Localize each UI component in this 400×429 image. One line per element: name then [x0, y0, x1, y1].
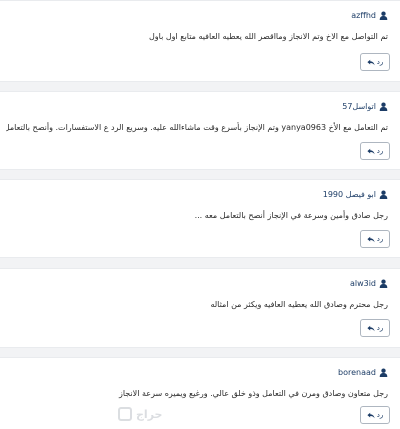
comment-text: رجل صادق وأمين وسرعة في الإنجاز أنصح بال… [194, 211, 388, 220]
comment-author[interactable]: alw3id [350, 279, 388, 288]
reply-icon [367, 325, 375, 331]
comment-card: borenaad رجل متعاون وصادق ومرن في التعام… [0, 357, 400, 429]
comment-author[interactable]: ابو فيصل 1990 [323, 190, 388, 199]
comment-card: ابو فيصل 1990 رجل صادق وأمين وسرعة في ال… [0, 179, 400, 258]
reply-icon [367, 59, 375, 65]
reply-button-label: رد [376, 324, 384, 332]
reply-icon [367, 148, 375, 154]
user-icon [379, 102, 388, 111]
comments-list: azffhd تم التواصل مع الاخ وتم الانجاز وم… [0, 0, 400, 429]
user-icon [379, 11, 388, 20]
comment-author-name: ابو فيصل 1990 [322, 190, 376, 199]
comment-text: رجل محترم وصادق الله يعطيه العافيه ويكثر… [210, 300, 388, 309]
watermark-mark-icon [118, 407, 132, 421]
user-icon [379, 279, 388, 288]
comment-author-name: اتواسل57 [342, 102, 376, 111]
comment-author-name: azffhd [351, 11, 376, 20]
user-icon [379, 190, 388, 199]
reply-button[interactable]: رد [360, 406, 390, 424]
comment-author[interactable]: borenaad [338, 368, 388, 377]
comment-card: alw3id رجل محترم وصادق الله يعطيه العافي… [0, 268, 400, 348]
reply-button-label: رد [376, 235, 384, 243]
reply-button-label: رد [376, 411, 384, 419]
user-icon [379, 368, 388, 377]
comment-text: رجل متعاون وصادق ومرن في التعامل وذو خلق… [118, 389, 388, 398]
comment-card: اتواسل57 تم التعامل مع الأخ yanya0963 وت… [0, 91, 400, 170]
comment-text: تم التواصل مع الاخ وتم الانجاز ومااقصر ا… [148, 32, 388, 41]
reply-button[interactable]: رد [360, 230, 390, 248]
reply-button-label: رد [376, 58, 384, 66]
reply-button[interactable]: رد [360, 319, 390, 337]
watermark-logo: حراج [118, 407, 162, 421]
comment-text: تم التعامل مع الأخ yanya0963 وتم الإنجاز… [6, 123, 388, 132]
reply-icon [367, 412, 375, 418]
comment-author-name: borenaad [338, 368, 376, 377]
comment-author[interactable]: اتواسل57 [342, 102, 388, 111]
comment-author-name: alw3id [349, 279, 376, 288]
watermark-text: حراج [136, 407, 163, 421]
reply-button[interactable]: رد [360, 53, 390, 71]
reply-button-label: رد [376, 147, 384, 155]
reply-button[interactable]: رد [360, 142, 390, 160]
comment-card: azffhd تم التواصل مع الاخ وتم الانجاز وم… [0, 0, 400, 82]
comment-author[interactable]: azffhd [351, 11, 388, 20]
reply-icon [367, 236, 375, 242]
